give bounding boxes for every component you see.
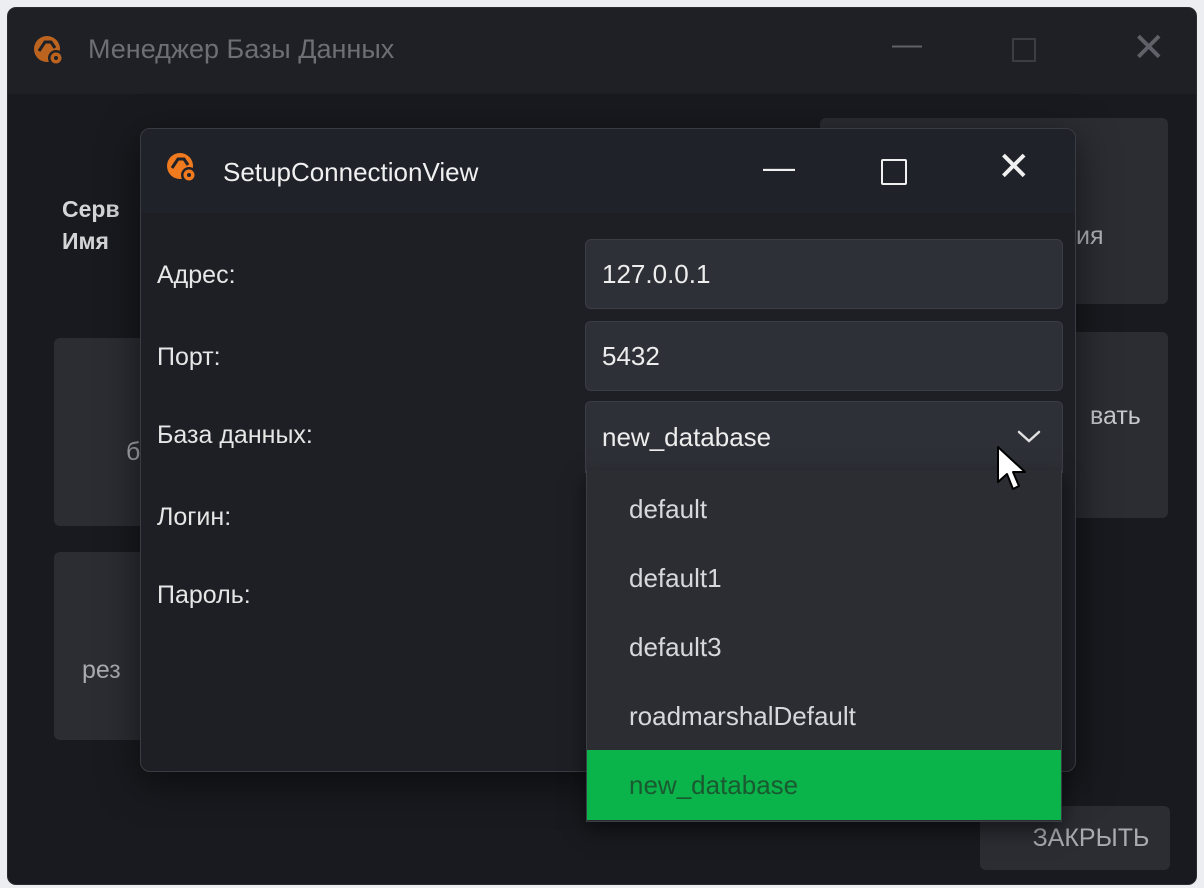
main-titlebar[interactable]: Менеджер Базы Данных — ✕	[8, 8, 1196, 94]
main-window-title: Менеджер Базы Данных	[88, 34, 395, 64]
dropdown-option[interactable]: default3	[587, 612, 1061, 682]
address-label: Адрес:	[157, 261, 236, 289]
database-dropdown-list: default default1 default3 roadmarshalDef…	[586, 470, 1062, 822]
action-card-d-label: вать	[1090, 402, 1141, 430]
database-combobox-value: new_database	[602, 422, 772, 452]
port-field[interactable]	[585, 321, 1063, 391]
action-card-c-label: ия	[1076, 222, 1104, 250]
main-minimize-button[interactable]: —	[892, 30, 922, 60]
dialog-titlebar[interactable]: SetupConnectionView — ✕	[141, 129, 1075, 213]
action-card-b-label: рез	[82, 656, 121, 684]
password-label: Пароль:	[157, 581, 251, 609]
action-card-a-label: б	[126, 438, 141, 466]
dropdown-option[interactable]: default1	[587, 543, 1061, 613]
server-label: Серв	[62, 196, 120, 222]
main-close-button[interactable]: ✕	[1132, 28, 1166, 68]
app-logo-icon	[34, 36, 64, 66]
login-label: Логин:	[157, 503, 232, 531]
dropdown-option[interactable]: default	[587, 474, 1061, 544]
name-label: Имя	[62, 228, 109, 254]
dialog-title: SetupConnectionView	[223, 157, 479, 187]
dialog-close-button[interactable]: ✕	[997, 147, 1031, 187]
database-label: База данных:	[157, 421, 313, 449]
app-logo-icon	[167, 153, 197, 183]
port-label: Порт:	[157, 343, 221, 371]
database-combobox[interactable]: new_database	[585, 401, 1063, 473]
chevron-down-icon[interactable]	[1014, 426, 1044, 446]
dropdown-option[interactable]: roadmarshalDefault	[587, 681, 1061, 751]
address-field[interactable]	[585, 239, 1063, 309]
dropdown-option-selected[interactable]: new_database	[587, 750, 1061, 820]
dialog-minimize-button[interactable]: —	[763, 151, 795, 183]
mouse-cursor-icon	[997, 446, 1026, 490]
main-maximize-button[interactable]	[1012, 38, 1036, 62]
dialog-maximize-button[interactable]	[881, 159, 907, 185]
